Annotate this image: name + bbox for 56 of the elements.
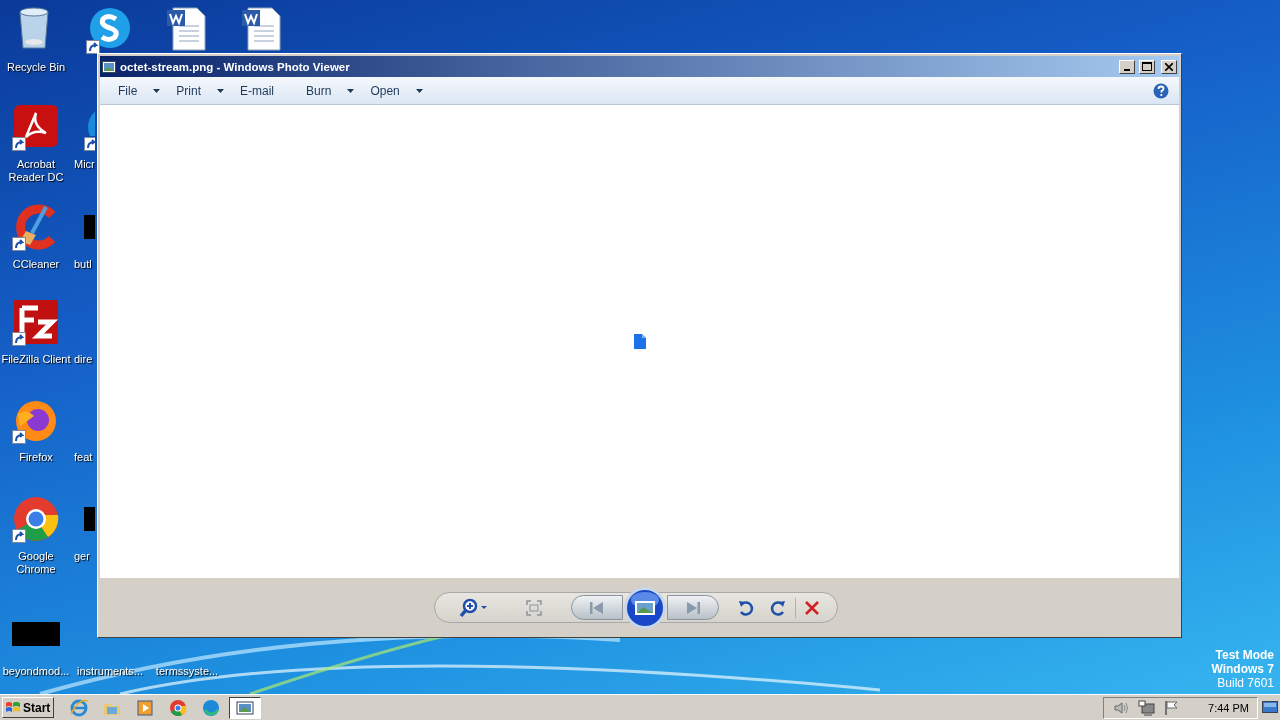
- icon-label[interactable]: FileZilla Client: [1, 353, 71, 366]
- previous-icon: [588, 600, 605, 615]
- show-desktop-icon[interactable]: [1262, 700, 1278, 715]
- fit-window-icon: [524, 598, 543, 617]
- fz-logo-icon[interactable]: [12, 298, 60, 346]
- help-icon[interactable]: [1153, 82, 1169, 99]
- minimize-icon: [1124, 68, 1130, 71]
- icon-label[interactable]: instruments...: [77, 665, 143, 678]
- icon-label[interactable]: Micr: [74, 158, 95, 171]
- menu-item[interactable]: Burn: [306, 80, 355, 101]
- menu-item[interactable]: Open: [370, 80, 423, 101]
- rotate-right-button[interactable]: [768, 598, 787, 617]
- icon-label[interactable]: feat: [74, 451, 93, 464]
- icon-label[interactable]: termssyste...: [155, 665, 219, 678]
- os-notice-text: Test Mode: [1215, 648, 1274, 662]
- icon-label[interactable]: ger: [74, 550, 90, 563]
- zoom-button[interactable]: [458, 596, 489, 619]
- os-notice-text: Windows 7: [1211, 662, 1274, 676]
- icon-label[interactable]: butl: [74, 258, 92, 271]
- delete-icon: [803, 599, 820, 616]
- rotate-left-icon: [736, 598, 755, 617]
- rotate-right-icon: [768, 598, 787, 617]
- close-button[interactable]: [1161, 59, 1177, 74]
- next-icon: [684, 600, 701, 615]
- ie-icon: [69, 697, 89, 718]
- icon-label[interactable]: Acrobat Reader DC: [0, 158, 74, 184]
- minimize-button[interactable]: [1119, 59, 1135, 74]
- close-icon: [1165, 62, 1173, 71]
- windows-logo-icon: [5, 700, 21, 715]
- speaker-icon[interactable]: [1114, 700, 1131, 715]
- menu-item[interactable]: E-mail: [240, 80, 275, 101]
- delete-button[interactable]: [803, 599, 820, 616]
- network-icon[interactable]: [1138, 699, 1157, 716]
- icon-label[interactable]: CCleaner: [12, 258, 60, 271]
- icon-label[interactable]: beyondmod...: [2, 665, 70, 678]
- globe-icon: [201, 697, 221, 718]
- maximize-icon: [1142, 62, 1152, 71]
- icon-label[interactable]: Google Chrome: [0, 550, 74, 576]
- maximize-button[interactable]: [1139, 59, 1155, 74]
- start-button[interactable]: Start: [2, 697, 54, 718]
- file-icon: [633, 334, 646, 349]
- slideshow-icon: [622, 585, 667, 630]
- taskbar-button[interactable]: [229, 696, 261, 719]
- os-notice-text: Build 7601: [1217, 676, 1274, 690]
- menu-item[interactable]: Print: [176, 80, 225, 101]
- slideshow-button[interactable]: [622, 585, 667, 630]
- clock[interactable]: 7:44 PM: [1208, 701, 1249, 714]
- rotate-left-button[interactable]: [736, 598, 755, 617]
- photo-viewer-icon: [102, 60, 116, 73]
- menu-item[interactable]: File: [118, 80, 161, 101]
- icon-label[interactable]: Firefox: [19, 451, 53, 464]
- zoom-icon: [458, 596, 489, 619]
- icon-label[interactable]: Recycle Bin: [6, 61, 66, 74]
- chrome-icon[interactable]: [12, 495, 60, 543]
- icon-label[interactable]: dire: [74, 353, 93, 366]
- window-title: octet-stream.png - Windows Photo Viewer: [120, 60, 351, 73]
